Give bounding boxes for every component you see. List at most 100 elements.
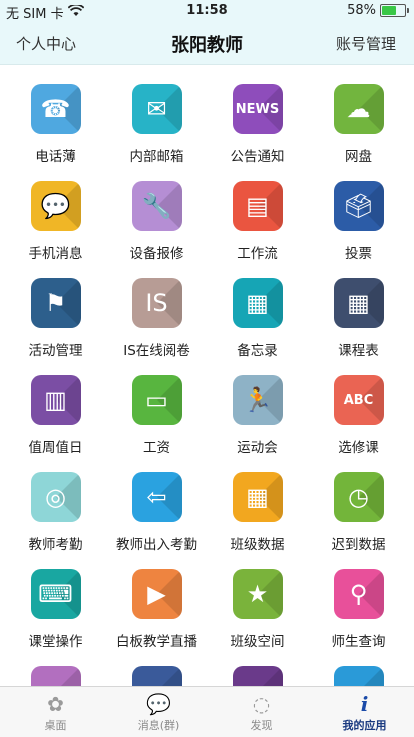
my-apps-icon: i: [360, 692, 369, 716]
app-item[interactable]: IS IS在线阅卷: [105, 278, 208, 359]
app-glyph: 🏃: [242, 386, 273, 414]
app-item[interactable]: [307, 666, 410, 686]
app-item[interactable]: ◷ 迟到数据: [307, 472, 410, 553]
memo-notebook-icon[interactable]: ▦: [232, 278, 283, 328]
app-glyph: IS: [145, 289, 168, 317]
app-item[interactable]: ⌨ 课堂操作: [4, 569, 107, 650]
app-label: 公告通知: [230, 149, 285, 165]
app-label: 课程表: [338, 343, 379, 359]
partial-app-icon-3[interactable]: [232, 666, 283, 686]
app-label: 教师考勤: [28, 537, 83, 553]
magnifier-icon[interactable]: ⚲: [333, 569, 384, 619]
app-label: 白板教学直播: [116, 634, 197, 650]
app-item[interactable]: ★ 班级空间: [206, 569, 309, 650]
blackboard-abc-icon[interactable]: ABC: [333, 375, 384, 425]
app-glyph: ▦: [246, 289, 269, 317]
discover-icon: ◌: [252, 692, 271, 716]
app-glyph: ▭: [145, 386, 168, 414]
mailbox-icon[interactable]: ✉: [131, 84, 182, 134]
classroom-desk-icon[interactable]: ⌨: [30, 569, 81, 619]
app-item[interactable]: ▭ 工资: [105, 375, 208, 456]
tab-label: 消息(群): [137, 719, 180, 732]
hard-drive-icon[interactable]: ☁: [333, 84, 384, 134]
app-glyph: NEWS: [235, 101, 280, 117]
app-glyph: ◎: [45, 483, 66, 511]
sports-meet-icon[interactable]: 🏃: [232, 375, 283, 425]
partial-app-icon-2[interactable]: [131, 666, 182, 686]
tab-3[interactable]: ◌ 发现: [210, 687, 313, 737]
app-label: 设备报修: [129, 246, 184, 262]
tab-1[interactable]: ✿ 桌面: [4, 687, 107, 737]
repair-tools-icon[interactable]: 🔧: [131, 181, 182, 231]
app-glyph: [132, 666, 182, 686]
app-item[interactable]: [4, 666, 107, 686]
door-exit-icon[interactable]: ⇦: [131, 472, 182, 522]
account-management-button[interactable]: 账号管理: [336, 33, 396, 54]
app-glyph: ☎: [40, 95, 71, 123]
mobile-message-icon[interactable]: 💬: [30, 181, 81, 231]
partial-app-icon-4[interactable]: [333, 666, 384, 686]
clock-icon[interactable]: ◷: [333, 472, 384, 522]
app-glyph: [334, 666, 384, 686]
online-exam-icon[interactable]: IS: [131, 278, 182, 328]
app-item[interactable]: [105, 666, 208, 686]
app-item[interactable]: ⇦ 教师出入考勤: [105, 472, 208, 553]
app-label: 师生查询: [331, 634, 386, 650]
app-item[interactable]: ⚲ 师生查询: [307, 569, 410, 650]
chart-grid-icon[interactable]: ▦: [232, 472, 283, 522]
app-glyph: [233, 666, 283, 686]
app-item[interactable]: ▥ 值周值日: [4, 375, 107, 456]
vote-box-icon[interactable]: 🗳: [333, 181, 384, 231]
partial-app-icon-1[interactable]: [30, 666, 81, 686]
wallet-icon[interactable]: ▭: [131, 375, 182, 425]
app-item[interactable]: ▦ 备忘录: [206, 278, 309, 359]
app-glyph: ⚑: [44, 289, 67, 317]
app-label: 迟到数据: [331, 537, 386, 553]
app-glyph: ▥: [44, 386, 67, 414]
app-glyph: ✉: [146, 95, 167, 123]
app-label: 手机消息: [28, 246, 83, 262]
newspaper-icon[interactable]: NEWS: [232, 84, 283, 134]
activity-flag-icon[interactable]: ⚑: [30, 278, 81, 328]
app-item[interactable]: ⚑ 活动管理: [4, 278, 107, 359]
tab-4[interactable]: i 我的应用: [313, 687, 414, 737]
tab-label: 我的应用: [342, 719, 387, 732]
app-label: 选修课: [338, 440, 379, 456]
app-item[interactable]: ▶ 白板教学直播: [105, 569, 208, 650]
app-item[interactable]: ▦ 课程表: [307, 278, 410, 359]
app-item[interactable]: [206, 666, 309, 686]
app-label: 运动会: [237, 440, 278, 456]
app-item[interactable]: 🗳 投票: [307, 181, 410, 262]
app-label: 班级空间: [230, 634, 285, 650]
app-label: 班级数据: [230, 537, 285, 553]
whiteboard-live-icon[interactable]: ▶: [131, 569, 182, 619]
app-item[interactable]: ☎ 电话薄: [4, 84, 107, 165]
app-item[interactable]: ▦ 班级数据: [206, 472, 309, 553]
app-item[interactable]: 🔧 设备报修: [105, 181, 208, 262]
phone-book-icon[interactable]: ☎: [30, 84, 81, 134]
app-item[interactable]: NEWS 公告通知: [206, 84, 309, 165]
battery-percent: 58%: [347, 3, 376, 18]
app-label: 电话薄: [35, 149, 76, 165]
fingerprint-icon[interactable]: ◎: [30, 472, 81, 522]
app-item[interactable]: 💬 手机消息: [4, 181, 107, 262]
app-item[interactable]: ◎ 教师考勤: [4, 472, 107, 553]
app-item[interactable]: 🏃 运动会: [206, 375, 309, 456]
app-glyph: ☁: [346, 95, 371, 123]
app-item[interactable]: ▤ 工作流: [206, 181, 309, 262]
duty-roster-icon[interactable]: ▥: [30, 375, 81, 425]
app-glyph: ▶: [147, 580, 166, 608]
tab-bar: ✿ 桌面 💬 消息(群) ◌ 发现 i 我的应用: [0, 686, 414, 737]
app-item[interactable]: ☁ 网盘: [307, 84, 410, 165]
app-glyph: ⌨: [38, 580, 73, 608]
workflow-icon[interactable]: ▤: [232, 181, 283, 231]
star-icon[interactable]: ★: [232, 569, 283, 619]
app-item[interactable]: ✉ 内部邮箱: [105, 84, 208, 165]
app-item[interactable]: ABC 选修课: [307, 375, 410, 456]
app-glyph: [31, 666, 81, 686]
app-label: 工作流: [237, 246, 278, 262]
app-label: 教师出入考勤: [116, 537, 197, 553]
desktop-grid-icon: ✿: [47, 692, 64, 716]
tab-2[interactable]: 💬 消息(群): [107, 687, 210, 737]
calendar-icon[interactable]: ▦: [333, 278, 384, 328]
